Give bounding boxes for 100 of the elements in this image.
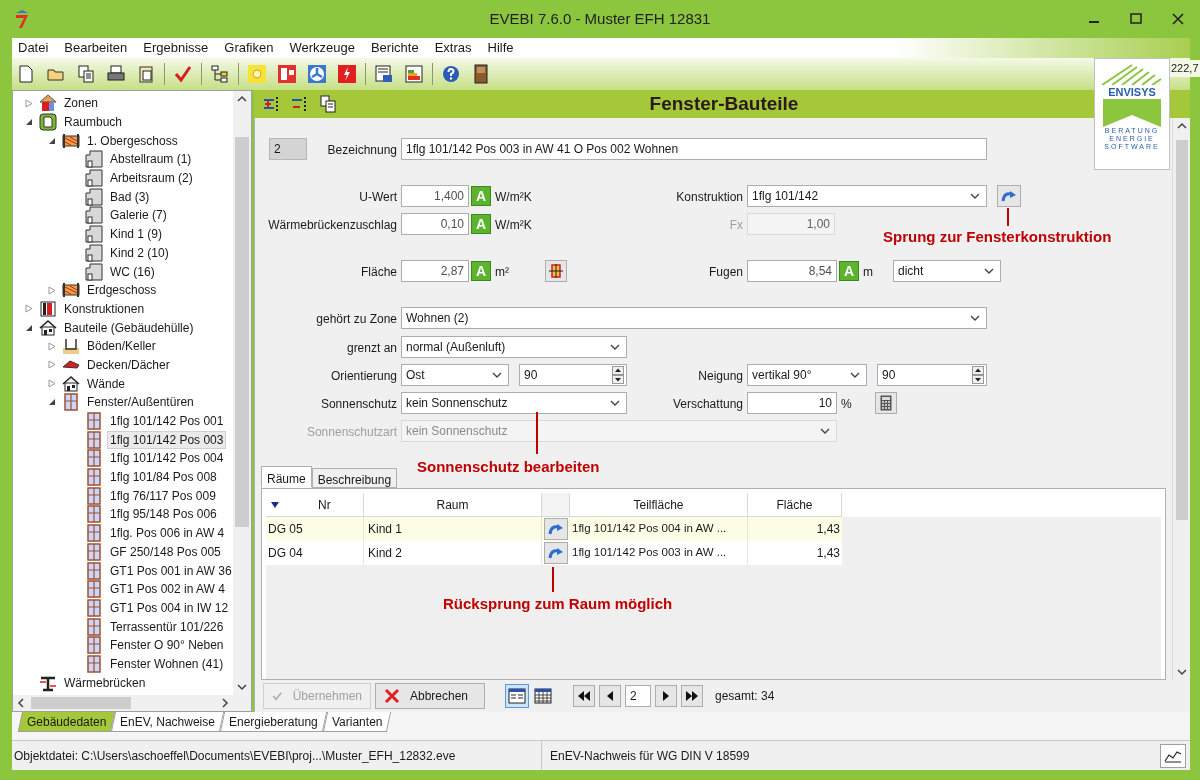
tightness-dropdown[interactable]: dicht: [893, 260, 1001, 282]
spin-arrows-icon[interactable]: [972, 366, 984, 384]
tilt-dropdown[interactable]: vertikal 90°: [747, 364, 867, 386]
tab[interactable]: Räume: [261, 466, 312, 488]
form-view-button[interactable]: [505, 684, 529, 708]
jump-to-room-button[interactable]: [544, 542, 568, 564]
previous-record-button[interactable]: [599, 685, 621, 707]
jump-to-room-button[interactable]: [544, 518, 568, 540]
u-value-field[interactable]: 1,400: [401, 185, 469, 207]
tree-item[interactable]: 1flg 101/142 Pos 004: [107, 449, 227, 468]
new-file-icon[interactable]: [16, 64, 36, 84]
tree-item[interactable]: Fenster Wohnen (41): [107, 654, 227, 673]
spin-arrows-icon[interactable]: [612, 366, 624, 384]
menu-item[interactable]: Datei: [18, 38, 49, 58]
tree-item[interactable]: 1flg 101/142 Pos 001: [107, 412, 227, 431]
tree-item[interactable]: Decken/Dächer: [84, 355, 173, 374]
expand-icon[interactable]: [48, 341, 56, 351]
tree-item[interactable]: GT1 Pos 004 in IW 12: [107, 598, 232, 617]
menu-item[interactable]: Werkzeuge: [289, 38, 355, 58]
tab[interactable]: Energieberatung: [220, 712, 328, 732]
expand-icon[interactable]: [25, 304, 33, 314]
tree-item[interactable]: Wände: [84, 374, 129, 393]
clipboard-icon[interactable]: [136, 64, 156, 84]
tree-item[interactable]: Kind 2 (10): [107, 243, 172, 262]
tree-item[interactable]: 1. Obergeschoss: [84, 131, 181, 150]
expand-icon[interactable]: [48, 285, 56, 295]
tree-item[interactable]: Konstruktionen: [61, 299, 148, 318]
tree-item[interactable]: Terrassentür 101/226: [107, 617, 227, 636]
tree-item[interactable]: 1flg. Pos 006 in AW 4: [107, 524, 228, 543]
report-icon[interactable]: [374, 64, 394, 84]
lightning-icon[interactable]: [337, 64, 357, 84]
table-row[interactable]: DG 05 Kind 1 1flg 101/142 Pos 004 in AW ... 1,43: [266, 517, 842, 541]
tree-item[interactable]: 1flg 101/142 Pos 003: [107, 430, 227, 449]
adjacent-dropdown[interactable]: normal (Außenluft): [401, 336, 627, 358]
tree-item[interactable]: GT1 Pos 001 in AW 36: [107, 561, 233, 580]
tree-item[interactable]: Raumbuch: [61, 113, 126, 132]
menu-item[interactable]: Ergebnisse: [143, 38, 209, 58]
vertical-scrollbar[interactable]: [1172, 118, 1190, 680]
name-field[interactable]: 1flg 101/142 Pos 003 in AW 41 O Pos 002 Wohnen: [401, 138, 987, 160]
copy-icon[interactable]: [76, 64, 96, 84]
next-record-button[interactable]: [655, 685, 677, 707]
vertical-scrollbar[interactable]: [233, 91, 251, 695]
radiator-icon[interactable]: [277, 64, 297, 84]
tree-item[interactable]: Zonen: [61, 94, 102, 113]
tree-item[interactable]: Wärmebrücken: [61, 673, 149, 692]
record-field[interactable]: 2: [625, 685, 651, 707]
menu-item[interactable]: Bearbeiten: [64, 38, 128, 58]
orientation-dropdown[interactable]: Ost: [401, 364, 509, 386]
menu-item[interactable]: Hilfe: [487, 38, 514, 58]
area-field[interactable]: 2,87: [401, 260, 469, 282]
door-icon[interactable]: [471, 64, 491, 84]
tree-item[interactable]: Kind 1 (9): [107, 225, 166, 244]
collapse-icon[interactable]: [48, 398, 56, 407]
tree-item[interactable]: Bauteile (Gebäudehülle): [61, 318, 197, 337]
joints-field[interactable]: 8,54: [747, 260, 837, 282]
tab[interactable]: Gebäudedaten: [17, 712, 116, 732]
copy-icon[interactable]: [318, 95, 338, 113]
collapse-icon[interactable]: [25, 323, 33, 332]
tree-item[interactable]: Abstellraum (1): [107, 150, 195, 169]
tree-item[interactable]: 1flg 95/148 Pos 006: [107, 505, 220, 524]
chart-button[interactable]: [1160, 743, 1186, 768]
menu-item[interactable]: Extras: [434, 38, 472, 58]
dimensions-button[interactable]: [545, 260, 567, 282]
expand-icon[interactable]: [48, 379, 56, 389]
calculator-button[interactable]: [875, 392, 897, 414]
energy-label-icon[interactable]: [404, 64, 424, 84]
sort-descending-icon[interactable]: [270, 500, 280, 509]
tree-item[interactable]: 1flg 101/84 Pos 008: [107, 468, 220, 487]
hierarchy-icon[interactable]: [210, 64, 230, 84]
thermal-bridge-field[interactable]: 0,10: [401, 213, 469, 235]
tree-item[interactable]: GT1 Pos 002 in AW 4: [107, 580, 228, 599]
horizontal-scrollbar[interactable]: [13, 695, 251, 711]
menu-item[interactable]: Grafiken: [224, 38, 274, 58]
collapse-icon[interactable]: [48, 136, 56, 145]
angle-spinbox[interactable]: 90: [877, 364, 987, 386]
tree-item[interactable]: Arbeitsraum (2): [107, 169, 196, 188]
tab[interactable]: Varianten: [322, 712, 392, 732]
angle-spinbox[interactable]: 90: [519, 364, 627, 386]
tree-item[interactable]: Bad (3): [107, 187, 153, 206]
tab[interactable]: EnEV, Nachweise: [111, 712, 225, 732]
last-record-button[interactable]: [681, 685, 703, 707]
column-header[interactable]: Nr: [318, 495, 331, 514]
tree-item[interactable]: Fenster/Außentüren: [84, 393, 197, 412]
construction-dropdown[interactable]: 1flg 101/142: [747, 185, 987, 207]
tree-item[interactable]: Fenster O 90° Neben: [107, 636, 227, 655]
tree-item[interactable]: GF 250/148 Pos 005: [107, 542, 224, 561]
table-row[interactable]: DG 04 Kind 2 1flg 101/142 Pos 003 in AW ... 1,43: [266, 541, 842, 565]
first-record-button[interactable]: [573, 685, 595, 707]
fan-icon[interactable]: [307, 64, 327, 84]
checkmark-icon[interactable]: [173, 64, 193, 84]
print-icon[interactable]: [106, 64, 126, 84]
collapse-icon[interactable]: [25, 118, 33, 127]
sun-protection-dropdown[interactable]: kein Sonnenschutz: [401, 392, 627, 414]
tree-item[interactable]: WC (16): [107, 262, 158, 281]
shading-field[interactable]: 10: [747, 392, 837, 414]
tree-item[interactable]: Böden/Keller: [84, 337, 159, 356]
menu-item[interactable]: Berichte: [370, 38, 419, 58]
tree-item[interactable]: Galerie (7): [107, 206, 170, 225]
tree-item[interactable]: Erdgeschoss: [84, 281, 160, 300]
help-icon[interactable]: [441, 64, 461, 84]
